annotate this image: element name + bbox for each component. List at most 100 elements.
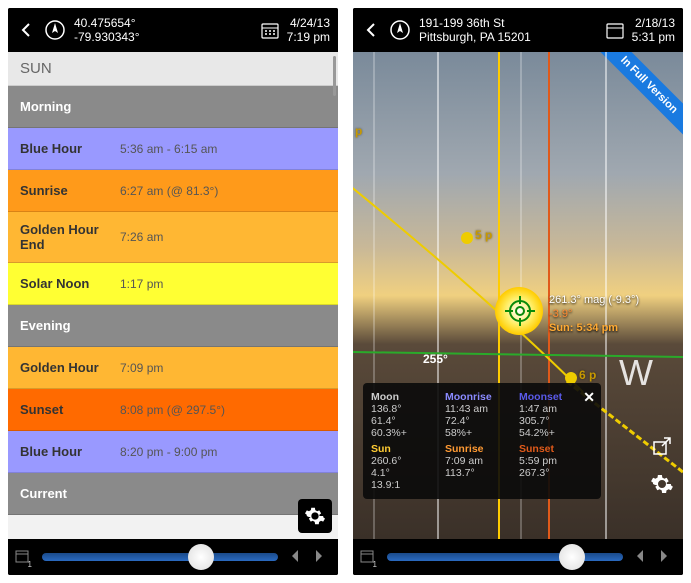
row-value: 1:17 pm [120, 277, 163, 291]
settings-button[interactable] [298, 499, 332, 533]
info-panel: ✕ Moon Moonrise Moonset 136.8° 11:43 am … [363, 383, 601, 499]
sun-list[interactable]: SUN MorningBlue Hour5:36 am - 6:15 amSun… [8, 52, 338, 539]
list-row[interactable]: Solar Noon1:17 pm [8, 263, 338, 305]
slider-thumb[interactable] [559, 544, 585, 570]
calendar-mark-icon[interactable]: 1 [14, 548, 30, 567]
list-row[interactable]: Blue Hour5:36 am - 6:15 am [8, 128, 338, 170]
compass-icon[interactable] [389, 19, 411, 41]
sunrise-hdr: Sunrise [445, 443, 519, 455]
moonrise-val2: 72.4° [445, 415, 519, 427]
screen-ar-view: 191-199 36th St Pittsburgh, PA 15201 2/1… [353, 8, 683, 575]
row-value: 6:27 am (@ 81.3°) [120, 184, 218, 198]
arc-label-p: p [355, 124, 362, 138]
list-row[interactable]: Golden Hour7:09 pm [8, 347, 338, 389]
row-label: Sunset [20, 402, 120, 417]
moonset-val: 1:47 am [519, 403, 593, 415]
datetime[interactable]: 4/24/13 7:19 pm [287, 16, 330, 45]
calendar-mark-icon[interactable]: 1 [359, 548, 375, 567]
moon-val3: 60.3%+ [371, 427, 445, 439]
row-value: 8:08 pm (@ 297.5°) [120, 403, 225, 417]
calendar-icon[interactable] [604, 19, 626, 41]
sunrise-val2: 113.7° [445, 467, 519, 479]
time-slider[interactable] [42, 553, 278, 561]
row-value: 7:09 pm [120, 361, 163, 375]
sun-altitude: -3.9° [549, 308, 572, 320]
sun-time: Sun: 5:34 pm [549, 322, 618, 334]
row-label: Blue Hour [20, 141, 120, 156]
list-row[interactable]: Sunset8:08 pm (@ 297.5°) [8, 389, 338, 431]
row-label: Evening [20, 318, 120, 333]
moonrise-val3: 58%+ [445, 427, 519, 439]
sun-heading: 261.3° mag (-9.3°) [549, 294, 639, 306]
calendar-icon[interactable] [259, 19, 281, 41]
slider-thumb[interactable] [188, 544, 214, 570]
sunset-hdr: Sunset [519, 443, 593, 455]
sun-val: 260.6° [371, 455, 445, 467]
topbar: 191-199 36th St Pittsburgh, PA 15201 2/1… [353, 8, 683, 52]
prev-button[interactable] [632, 548, 650, 566]
share-button[interactable] [643, 429, 681, 463]
sunrise-val: 7:09 am [445, 455, 519, 467]
date: 2/18/13 [632, 16, 675, 30]
sun-val3: 13.9:1 [371, 479, 445, 491]
moon-val: 136.8° [371, 403, 445, 415]
row-label: Morning [20, 99, 120, 114]
datetime[interactable]: 2/18/13 5:31 pm [632, 16, 675, 45]
address-line1: 191-199 36th St [419, 16, 604, 30]
compass-icon[interactable] [44, 19, 66, 41]
next-button[interactable] [656, 548, 674, 566]
screen-sun-list: 40.475654° -79.930343° 4/24/13 7:19 pm S… [8, 8, 338, 575]
timeline-bar: 1 [353, 539, 683, 575]
sun-val2: 4.1° [371, 467, 445, 479]
arc-point-5p [461, 232, 473, 244]
list-row[interactable]: Evening [8, 305, 338, 347]
moonrise-hdr: Moonrise [445, 391, 519, 403]
topbar: 40.475654° -79.930343° 4/24/13 7:19 pm [8, 8, 338, 52]
moonrise-val: 11:43 am [445, 403, 519, 415]
location-coords[interactable]: 40.475654° -79.930343° [74, 16, 259, 45]
arc-label-5p: 5 p [475, 228, 492, 242]
time: 5:31 pm [632, 30, 675, 44]
moon-hdr: Moon [371, 391, 445, 403]
time: 7:19 pm [287, 30, 330, 44]
row-label: Blue Hour [20, 444, 120, 459]
scrollbar[interactable] [333, 56, 336, 96]
date: 4/24/13 [287, 16, 330, 30]
sun-hdr: Sun [371, 443, 445, 455]
back-button[interactable] [361, 20, 381, 40]
time-slider[interactable] [387, 553, 623, 561]
address-line2: Pittsburgh, PA 15201 [419, 30, 604, 44]
list-row[interactable]: Current [8, 473, 338, 515]
list-row[interactable]: Morning [8, 86, 338, 128]
list-row[interactable]: Golden Hour End7:26 am [8, 212, 338, 263]
row-label: Solar Noon [20, 276, 120, 291]
row-label: Sunrise [20, 183, 120, 198]
row-value: 8:20 pm - 9:00 pm [120, 445, 217, 459]
prev-button[interactable] [287, 548, 305, 566]
row-label: Golden Hour End [20, 222, 120, 252]
row-value: 5:36 am - 6:15 am [120, 142, 217, 156]
row-label: Current [20, 486, 120, 501]
slider-index: 1 [28, 560, 32, 569]
moon-val2: 61.4° [371, 415, 445, 427]
latitude: 40.475654° [74, 16, 259, 30]
moonset-hdr: Moonset [519, 391, 593, 403]
moonset-val2: 305.7° [519, 415, 593, 427]
target-reticle [505, 296, 535, 326]
row-value: 7:26 am [120, 230, 163, 244]
ar-camera-view[interactable]: In Full Version 255° W 5 p 6 p p 261.3° … [353, 52, 683, 539]
arc-label-6p: 6 p [579, 368, 596, 382]
next-button[interactable] [311, 548, 329, 566]
location-address[interactable]: 191-199 36th St Pittsburgh, PA 15201 [419, 16, 604, 45]
sunset-val: 5:59 pm [519, 455, 593, 467]
timeline-bar: 1 [8, 539, 338, 575]
slider-index: 1 [373, 560, 377, 569]
settings-button[interactable] [643, 467, 681, 501]
longitude: -79.930343° [74, 30, 259, 44]
sunset-val2: 267.3° [519, 467, 593, 479]
moonset-val3: 54.2%+ [519, 427, 593, 439]
list-row[interactable]: Blue Hour8:20 pm - 9:00 pm [8, 431, 338, 473]
close-button[interactable]: ✕ [583, 389, 595, 406]
list-row[interactable]: Sunrise6:27 am (@ 81.3°) [8, 170, 338, 212]
back-button[interactable] [16, 20, 36, 40]
